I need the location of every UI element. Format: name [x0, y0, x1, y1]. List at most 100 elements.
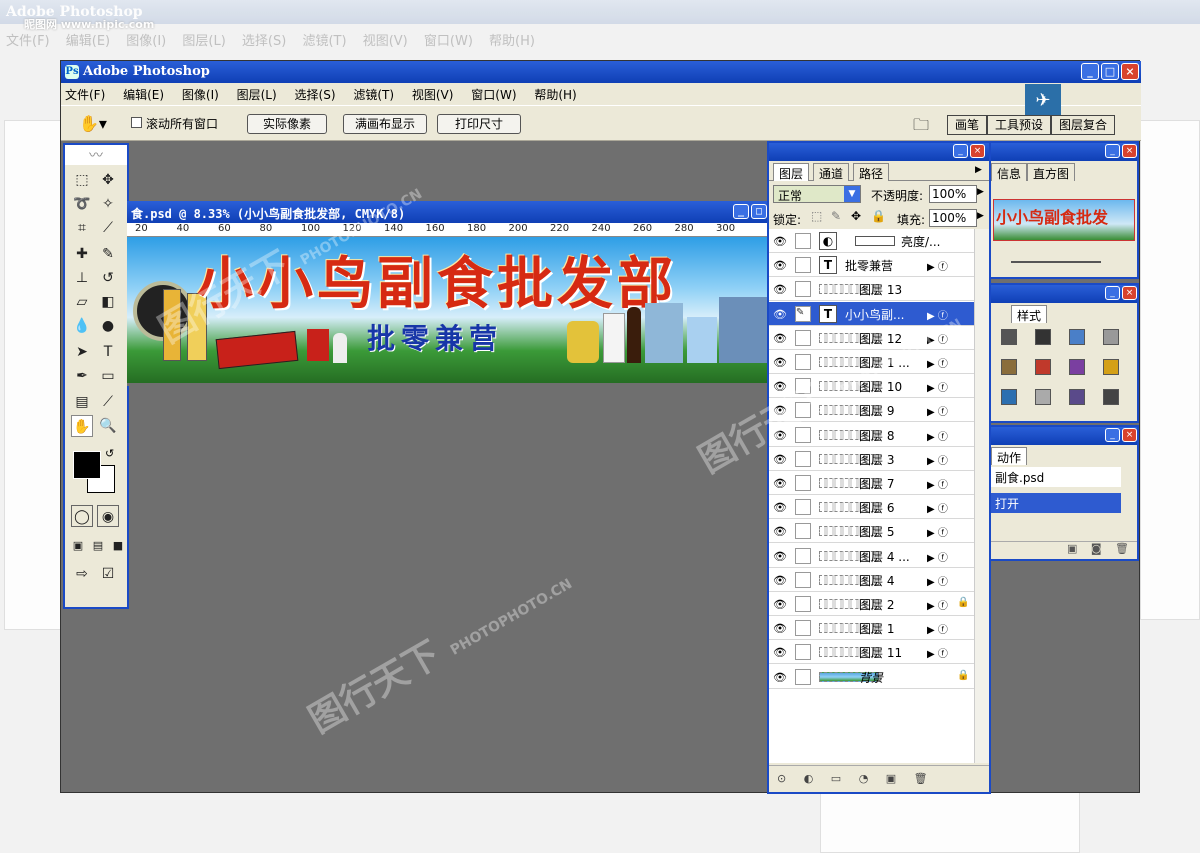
layer-link-box[interactable]	[795, 233, 811, 249]
layer-link-box[interactable]	[795, 329, 811, 346]
visibility-eye-icon[interactable]: 👁	[773, 404, 787, 417]
maximize-button[interactable]: □	[1101, 63, 1119, 80]
menu-window[interactable]: 窗口(W)	[471, 88, 516, 102]
style-swatch[interactable]	[1035, 329, 1051, 345]
layer-link-box[interactable]	[795, 281, 811, 298]
tab-paths[interactable]: 路径	[853, 163, 890, 181]
layer-row[interactable]: 👁 图层 6 ▶ ⓕ	[769, 495, 974, 520]
zoom-tool-icon[interactable]: 🔍	[97, 415, 119, 437]
document-minimize-button[interactable]: _	[733, 204, 749, 219]
screen-mode-standard-icon[interactable]: ▣	[67, 535, 89, 557]
path-select-icon[interactable]: ➤	[71, 341, 93, 363]
layer-row[interactable]: 👁 背景 🔒	[769, 665, 974, 689]
type-tool-icon[interactable]: T	[97, 341, 119, 363]
lasso-tool-icon[interactable]: ➰	[71, 193, 93, 215]
lock-pixels-icon[interactable]: ✎	[831, 209, 841, 223]
actual-pixels-button[interactable]: 实际像素	[247, 114, 327, 134]
layer-link-box[interactable]	[795, 475, 811, 491]
eyedropper-icon[interactable]: ⟋	[97, 391, 119, 413]
tab-styles[interactable]: 样式	[1011, 305, 1048, 323]
layer-row[interactable]: 👁 图层 7 ▶ ⓕ	[769, 471, 974, 495]
notes-tool-icon[interactable]: ▤	[71, 391, 93, 413]
layer-link-box[interactable]	[795, 257, 811, 274]
panel-menu-icon[interactable]: ▶	[975, 165, 982, 175]
menu-select[interactable]: 选择(S)	[295, 88, 336, 102]
healing-brush-icon[interactable]: ✚	[71, 243, 93, 265]
layer-effects-icon[interactable]: ▶ ⓕ	[927, 573, 948, 588]
gradient-tool-icon[interactable]: ◧	[97, 291, 119, 313]
style-swatch[interactable]	[1069, 389, 1085, 405]
layer-effects-icon[interactable]: ▶ ⓕ	[927, 524, 948, 539]
pen-tool-icon[interactable]: ✒	[71, 365, 93, 387]
layer-link-box[interactable]	[795, 402, 811, 419]
layer-link-box[interactable]	[795, 450, 811, 467]
blend-mode-select[interactable]: 正常 ▼	[773, 185, 861, 203]
history-titlebar[interactable]: _ ×	[991, 427, 1137, 445]
tab-info[interactable]: 信息	[991, 163, 1028, 181]
layer-effects-icon[interactable]: ▶ ⓕ	[927, 379, 948, 394]
layer-effects-icon[interactable]: ▶ ⓕ	[927, 645, 948, 660]
quick-mask-icon[interactable]: ◉	[97, 505, 119, 527]
palette-well-icon[interactable]: 🗀	[913, 114, 929, 141]
visibility-eye-icon[interactable]: 👁	[773, 429, 787, 442]
style-swatch[interactable]	[1035, 389, 1051, 405]
layer-link-box[interactable]	[795, 620, 811, 637]
fill-arrow-icon[interactable]: ▶	[977, 211, 984, 221]
magic-wand-icon[interactable]: ✧	[97, 193, 119, 215]
layers-panel-titlebar[interactable]: _ ×	[769, 143, 989, 161]
fit-on-screen-button[interactable]: 满画布显示	[343, 114, 427, 134]
hand-tool-icon[interactable]: ✋▾	[79, 114, 107, 133]
style-swatch[interactable]	[1035, 359, 1051, 375]
lock-all-icon[interactable]: 🔒	[871, 209, 886, 223]
brush-tool-icon[interactable]: ✎	[97, 243, 119, 265]
visibility-eye-icon[interactable]: 👁	[773, 622, 787, 635]
layer-row[interactable]: 👁 图层 10 ▶ ⓕ	[769, 374, 974, 399]
lock-position-icon[interactable]: ✥	[851, 209, 861, 223]
clone-stamp-icon[interactable]: ⊥	[71, 267, 93, 289]
move-tool-icon[interactable]: ✥	[97, 169, 119, 191]
shape-tool-icon[interactable]: ▭	[97, 365, 119, 387]
style-swatch[interactable]	[1069, 359, 1085, 375]
visibility-eye-icon[interactable]: 👁	[773, 598, 787, 611]
layer-effects-icon[interactable]: ▶ ⓕ	[927, 500, 948, 515]
menu-image[interactable]: 图像(I)	[182, 88, 219, 102]
history-item[interactable]: 打开	[991, 493, 1121, 513]
window-titlebar[interactable]: Ps Adobe Photoshop _ □ ×	[61, 61, 1141, 83]
visibility-eye-icon[interactable]: 👁	[773, 453, 787, 466]
visibility-eye-icon[interactable]: 👁	[773, 332, 787, 345]
layer-row[interactable]: 👁 图层 9 ▶ ⓕ	[769, 398, 974, 423]
menu-filter[interactable]: 滤镜(T)	[353, 88, 394, 102]
history-brush-icon[interactable]: ↺	[97, 267, 119, 289]
lock-transparency-icon[interactable]: ⬚	[811, 209, 822, 223]
tab-layer-comps[interactable]: 图层复合	[1051, 115, 1115, 135]
layer-effects-icon[interactable]: ▶ ⓕ	[927, 549, 948, 564]
tab-histogram[interactable]: 直方图	[1027, 163, 1076, 181]
visibility-eye-icon[interactable]: 👁	[773, 574, 787, 587]
tab-channels[interactable]: 通道	[813, 163, 850, 181]
style-swatch[interactable]	[1001, 359, 1017, 375]
menu-help[interactable]: 帮助(H)	[534, 88, 576, 102]
layer-link-box[interactable]	[795, 668, 811, 685]
layer-link-box[interactable]: ✎	[795, 305, 811, 322]
layers-minimize-button[interactable]: _	[953, 144, 968, 158]
layer-row[interactable]: 👁 ✎ T 小小鸟副... ▶ ⓕ	[769, 301, 974, 326]
layer-effects-icon[interactable]: ▶ ⓕ	[927, 258, 948, 273]
layer-row[interactable]: 👁 图层 3 ▶ ⓕ	[769, 447, 974, 471]
marquee-tool-icon[interactable]: ⬚	[71, 169, 93, 191]
menu-file[interactable]: 文件(F)	[65, 88, 105, 102]
style-swatch[interactable]	[1069, 329, 1085, 345]
layer-effects-icon[interactable]: ▶ ⓕ	[927, 355, 948, 370]
menu-view[interactable]: 视图(V)	[412, 88, 454, 102]
tab-tool-presets[interactable]: 工具预设	[987, 115, 1051, 135]
minimize-button[interactable]: _	[1081, 63, 1099, 80]
visibility-eye-icon[interactable]: 👁	[773, 646, 787, 659]
layer-row[interactable]: 👁 图层 4 ... ▶ ⓕ	[769, 544, 974, 568]
layer-row[interactable]: 👁 T 批零兼营 ▶ ⓕ	[769, 253, 974, 278]
hand-tool-icon[interactable]: ✋	[71, 415, 93, 437]
layer-effects-icon[interactable]: ▶ ⓕ	[927, 597, 948, 612]
opacity-input[interactable]: 100%	[929, 185, 977, 203]
layer-effects-icon[interactable]: ▶ ⓕ	[927, 452, 948, 467]
visibility-eye-icon[interactable]: 👁	[773, 283, 787, 296]
screen-mode-full-menu-icon[interactable]: ▤	[87, 535, 109, 557]
dodge-tool-icon[interactable]: ●	[97, 315, 119, 337]
